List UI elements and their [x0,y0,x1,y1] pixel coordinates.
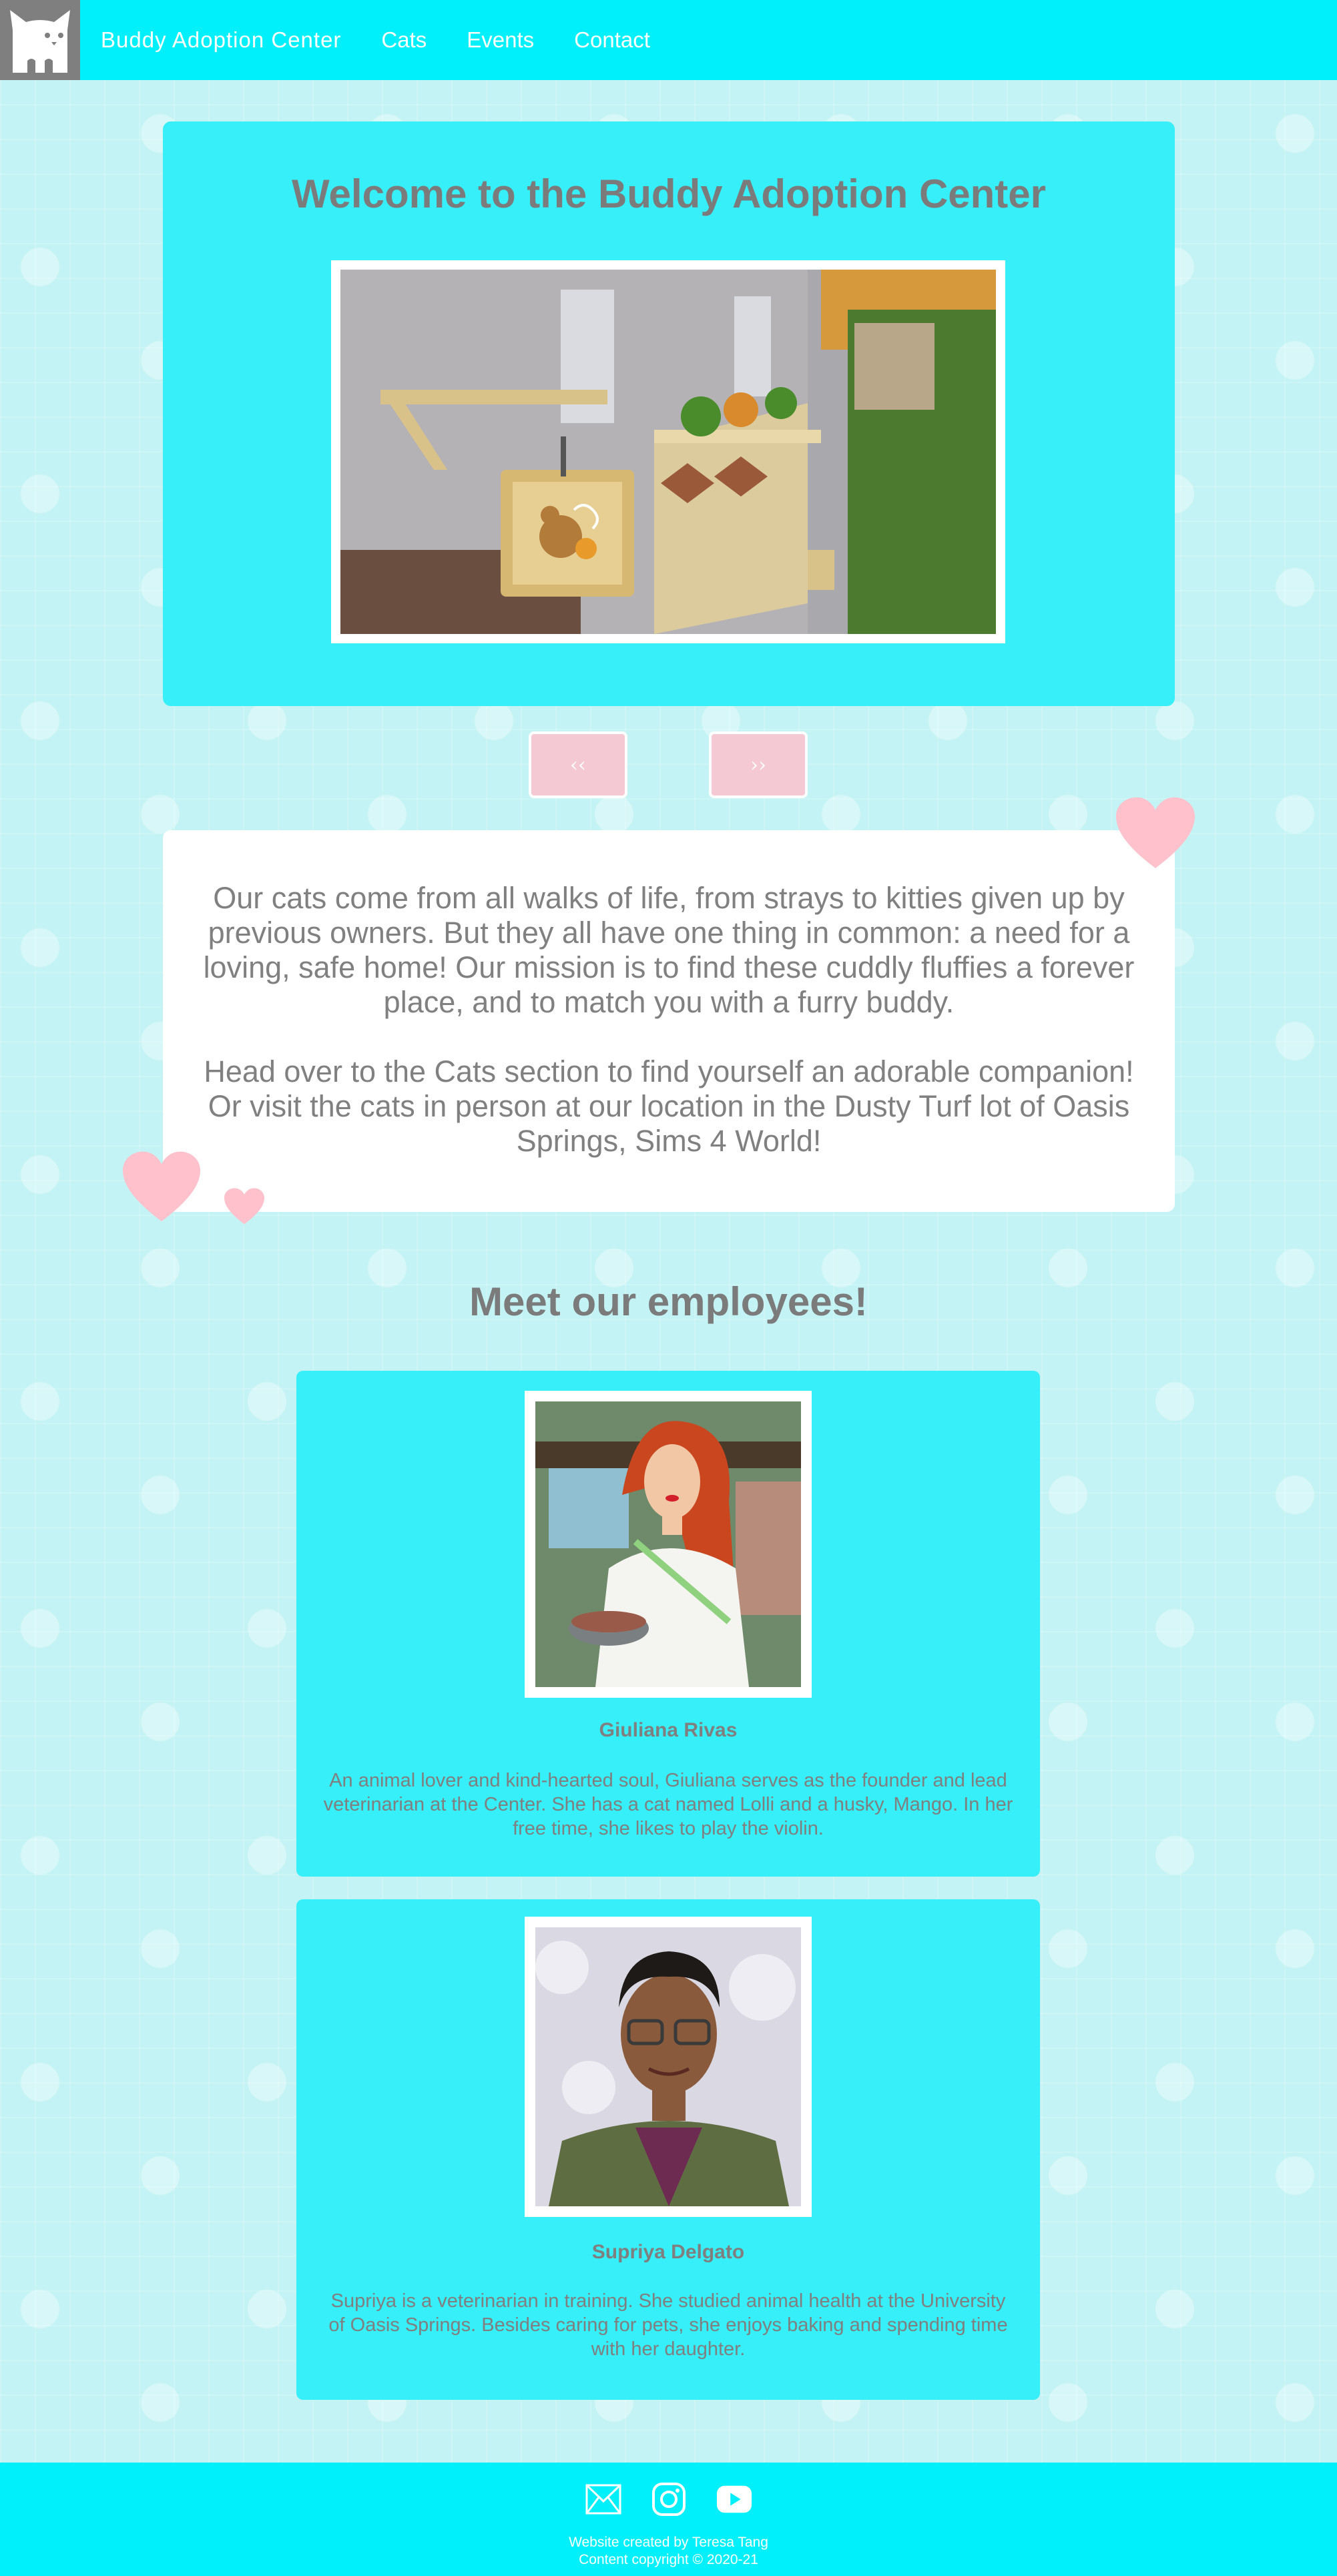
employee-bio: Supriya is a veterinarian in training. S… [328,2290,1008,2360]
employee-bio: An animal lover and kind-hearted soul, G… [323,1770,1013,1839]
employee-photo [535,1927,801,2206]
footer: Website created by Teresa Tang Content c… [0,2463,1337,2576]
hero-section: Welcome to the Buddy Adoption Center [163,121,1175,706]
employee-photo-frame [525,1391,812,1698]
mail-icon[interactable] [585,2481,621,2517]
nav-brand-link[interactable]: Buddy Adoption Center [101,27,341,53]
slide-prev-button[interactable]: ‹‹ [529,731,627,798]
employees-heading: Meet our employees! [469,1279,868,1324]
instagram-icon[interactable] [651,2481,687,2517]
employee-photo-frame [525,1917,812,2217]
social-links [0,2481,1337,2517]
employee-photo [535,1401,801,1687]
youtube-icon[interactable] [716,2481,752,2517]
nav-link-contact[interactable]: Contact [574,27,650,53]
hero-image-frame [331,260,1005,643]
heart-icon [1116,797,1195,868]
heart-icon [224,1188,264,1225]
heart-icon [123,1151,200,1222]
adoption-center-image [340,270,996,634]
footer-copyright: Content copyright © 2020-21 [579,2552,758,2567]
nav-link-cats[interactable]: Cats [381,27,427,53]
cat-logo-icon[interactable] [0,0,80,80]
footer-credit: Website created by Teresa Tang [569,2535,768,2550]
navbar: Buddy Adoption Center Cats Events Contac… [0,0,1337,80]
hero-title: Welcome to the Buddy Adoption Center [291,172,1046,216]
mission-paragraph: Head over to the Cats section to find yo… [204,1054,1134,1158]
slide-next-button[interactable]: ›› [709,731,808,798]
employee-card: Supriya Delgato Supriya is a veterinaria… [296,1899,1040,2400]
employee-card: Giuliana Rivas An animal lover and kind-… [296,1371,1040,1877]
nav-link-events[interactable]: Events [467,27,534,53]
mission-section: Our cats come from all walks of life, fr… [163,830,1175,1212]
employee-name: Giuliana Rivas [599,1719,738,1741]
employee-name: Supriya Delgato [591,2241,745,2263]
mission-paragraph: Our cats come from all walks of life, fr… [203,881,1135,1019]
